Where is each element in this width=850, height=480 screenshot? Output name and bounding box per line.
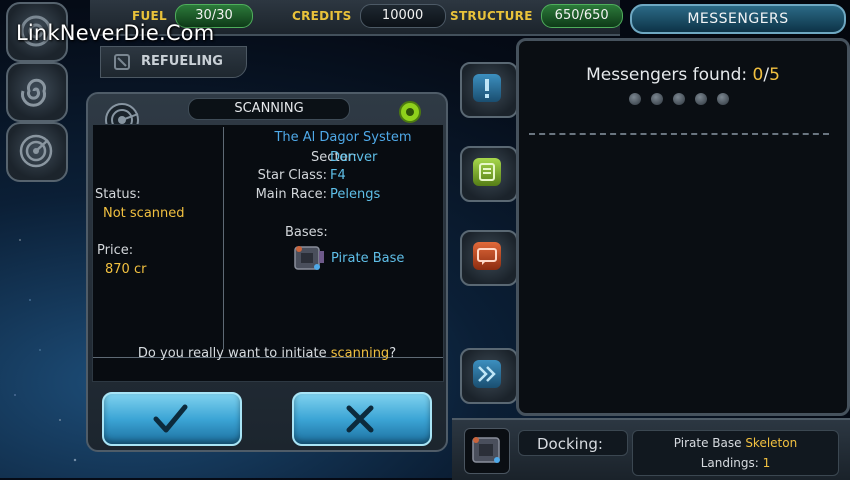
- found-count: 0: [752, 65, 764, 85]
- cancel-button[interactable]: [292, 392, 432, 446]
- spiral-icon: [21, 78, 46, 107]
- structure-value: 650/650: [540, 4, 623, 28]
- dialog-title: SCANNING: [188, 98, 350, 120]
- tab-forward[interactable]: [460, 348, 518, 404]
- tab-alerts[interactable]: [460, 62, 518, 118]
- tab-document[interactable]: [460, 146, 518, 202]
- credits-stat: CREDITS 10000: [292, 4, 446, 28]
- x-icon: [346, 405, 374, 433]
- side-button-spiral[interactable]: [6, 62, 68, 122]
- docking-info: Pirate Base Skeleton Landings: 1: [632, 430, 839, 476]
- tab-messages[interactable]: [460, 230, 518, 286]
- messengers-found: Messengers found: 0/5: [519, 65, 847, 85]
- confirm-button[interactable]: [102, 392, 242, 446]
- refueling-label: REFUELING: [141, 54, 223, 69]
- messenger-dot: [673, 93, 685, 105]
- messenger-dot: [651, 93, 663, 105]
- scan-gear-icon: [399, 101, 421, 123]
- document-icon-bg: [473, 158, 501, 186]
- messengers-tab[interactable]: MESSENGERS: [630, 4, 846, 34]
- dashed-divider: [529, 133, 829, 135]
- price-label: Price:: [97, 243, 134, 258]
- refueling-button[interactable]: REFUELING: [100, 46, 247, 78]
- main-race-label: Main Race:: [255, 187, 327, 202]
- credits-label: CREDITS: [292, 9, 352, 23]
- forward-icon-bg: [473, 360, 501, 388]
- found-total: 5: [769, 65, 780, 85]
- station-prefix: Pirate Base: [673, 436, 746, 450]
- fuel-can-icon: [114, 54, 130, 70]
- docking-bar: Docking: Pirate Base Skeleton Landings: …: [452, 418, 850, 480]
- docking-label: Docking:: [518, 430, 628, 456]
- found-label: Messengers found:: [586, 65, 753, 85]
- landings-label: Landings:: [700, 456, 763, 470]
- side-button-radar[interactable]: [6, 122, 68, 182]
- credits-value: 10000: [359, 4, 446, 28]
- question-highlight: scanning: [330, 346, 390, 361]
- messenger-dot: [717, 93, 729, 105]
- landings-value: 1: [762, 456, 771, 470]
- messenger-dot: [695, 93, 707, 105]
- alert-icon-bg: [473, 74, 501, 102]
- question-prefix: Do you really want to initiate: [137, 346, 331, 361]
- double-chevron-right-icon: [478, 366, 496, 382]
- docking-station: Pirate Base Skeleton: [633, 436, 838, 450]
- pirate-base-icon: [294, 246, 324, 270]
- status-label: Status:: [95, 187, 141, 202]
- scanning-dialog: SCANNING Status: Not scanned Price: 870 …: [86, 92, 448, 452]
- base-name: Pirate Base: [331, 251, 405, 266]
- price-value: 870 cr: [105, 262, 147, 277]
- check-icon: [153, 404, 188, 433]
- system-name: The Al Dagor System: [274, 130, 412, 145]
- vertical-divider: [223, 127, 224, 349]
- status-value: Not scanned: [103, 206, 185, 221]
- pirate-base-icon: [472, 437, 500, 463]
- confirm-question: Do you really want to initiate scanning?: [92, 346, 442, 361]
- landings-info: Landings: 1: [633, 456, 838, 470]
- main-race-value: Pelengs: [330, 187, 381, 202]
- messengers-panel: Messengers found: 0/5: [516, 38, 850, 416]
- message-icon-bg: [473, 242, 501, 270]
- bases-label: Bases:: [285, 225, 328, 240]
- structure-stat: STRUCTURE 650/650: [450, 4, 623, 28]
- star-class-value: F4: [330, 168, 346, 183]
- sector-value: Denver: [330, 150, 378, 165]
- chat-icon: [477, 248, 497, 265]
- exclamation-icon: [485, 79, 489, 98]
- structure-label: STRUCTURE: [450, 9, 533, 23]
- docking-station-thumbnail[interactable]: [464, 428, 510, 474]
- question-suffix: ?: [389, 346, 397, 361]
- station-name: Skeleton: [745, 436, 798, 450]
- scan-info-panel: Status: Not scanned Price: 870 cr The Al…: [92, 124, 444, 382]
- star-class-label: Star Class:: [257, 168, 327, 183]
- messenger-progress-dots: [629, 93, 729, 105]
- watermark-text: LinkNeverDie.Com: [16, 21, 215, 45]
- document-icon: [479, 163, 495, 181]
- radar-icon: [19, 134, 53, 168]
- messenger-dot: [629, 93, 641, 105]
